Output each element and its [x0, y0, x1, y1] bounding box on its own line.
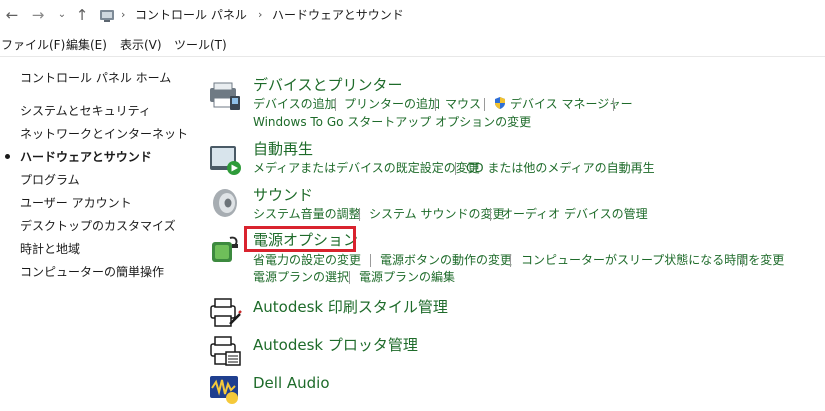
uac-shield-icon	[495, 97, 505, 109]
breadcrumb-separator: ›	[258, 8, 263, 21]
sidebar-item-hardware-sound[interactable]: ハードウェアとサウンド	[20, 149, 152, 165]
sidebar-item-user-accounts[interactable]: ユーザー アカウント	[20, 195, 132, 211]
link-windows-to-go[interactable]: Windows To Go スタートアップ オプションの変更	[253, 114, 531, 130]
link-separator	[510, 254, 511, 267]
sidebar-item-desktop-customize[interactable]: デスクトップのカスタマイズ	[20, 218, 176, 234]
category-title-autodesk-plotter[interactable]: Autodesk プロッタ管理	[253, 335, 418, 355]
power-options-icon[interactable]	[208, 232, 242, 266]
autoplay-icon[interactable]	[208, 142, 242, 176]
link-change-system-sounds[interactable]: システム サウンドの変更	[369, 206, 504, 222]
sidebar-item-network-internet[interactable]: ネットワークとインターネット	[20, 126, 188, 142]
selected-bullet-icon	[5, 154, 10, 159]
menu-bar: ファイル(F) 編集(E) 表示(V) ツール(T)	[0, 33, 825, 57]
link-adjust-volume[interactable]: システム音量の調整	[253, 206, 361, 222]
link-separator	[613, 98, 614, 111]
speaker-icon[interactable]	[208, 186, 242, 220]
link-separator	[455, 162, 456, 175]
dell-audio-icon[interactable]	[208, 372, 242, 406]
menu-tools[interactable]: ツール(T)	[174, 37, 227, 53]
menu-view[interactable]: 表示(V)	[120, 37, 162, 53]
link-manage-audio-devices[interactable]: オーディオ デバイスの管理	[501, 206, 648, 222]
category-title-dell-audio[interactable]: Dell Audio	[253, 373, 330, 393]
link-cd-autoplay[interactable]: CD または他のメディアの自動再生	[466, 160, 655, 176]
back-arrow-icon[interactable]: ←	[3, 6, 21, 24]
link-choose-power-plan[interactable]: 電源プランの選択	[253, 269, 349, 285]
printer-devices-icon[interactable]	[208, 80, 242, 114]
sidebar-item-ease-of-access[interactable]: コンピューターの簡単操作	[20, 264, 164, 280]
recent-locations-chevron-icon[interactable]: ⌄	[55, 6, 69, 24]
link-add-device[interactable]: デバイスの追加	[253, 96, 337, 112]
control-panel-icon	[100, 10, 114, 22]
link-separator	[359, 208, 360, 221]
link-separator	[484, 98, 485, 111]
breadcrumb-separator: ›	[121, 8, 126, 21]
sidebar-item-clock-region[interactable]: 時計と地域	[20, 241, 80, 257]
link-separator	[335, 98, 336, 111]
link-power-button-behavior[interactable]: 電源ボタンの動作の変更	[380, 252, 512, 268]
link-separator	[349, 271, 350, 284]
link-separator	[490, 208, 491, 221]
link-media-default-settings[interactable]: メディアまたはデバイスの既定設定の変更	[253, 160, 480, 176]
link-device-manager[interactable]: デバイス マネージャー	[510, 96, 633, 112]
link-separator	[435, 98, 436, 111]
highlight-box	[244, 226, 356, 252]
autodesk-print-style-icon[interactable]	[208, 296, 242, 330]
category-title-sound[interactable]: サウンド	[253, 185, 313, 205]
sidebar-item-programs[interactable]: プログラム	[20, 172, 80, 188]
link-add-printer[interactable]: プリンターの追加	[344, 96, 440, 112]
forward-arrow-icon[interactable]: →	[29, 6, 47, 24]
link-separator	[742, 254, 743, 267]
sidebar-item-control-panel-home[interactable]: コントロール パネル ホーム	[20, 70, 171, 86]
link-separator	[370, 254, 371, 267]
category-title-autoplay[interactable]: 自動再生	[253, 139, 313, 159]
link-edit-power-plan[interactable]: 電源プランの編集	[359, 269, 455, 285]
breadcrumb-control-panel[interactable]: コントロール パネル	[135, 6, 247, 24]
link-sleep-time[interactable]: コンピューターがスリープ状態になる時間を変更	[521, 252, 784, 268]
address-bar: ← → ⌄ ↑ › コントロール パネル › ハードウェアとサウンド	[0, 0, 825, 31]
breadcrumb-hardware-sound[interactable]: ハードウェアとサウンド	[272, 6, 404, 24]
category-title-autodesk-print-style[interactable]: Autodesk 印刷スタイル管理	[253, 297, 448, 317]
menu-edit[interactable]: 編集(E)	[66, 37, 107, 53]
up-arrow-icon[interactable]: ↑	[73, 6, 91, 24]
menu-divider	[0, 56, 825, 57]
link-change-power-saving[interactable]: 省電力の設定の変更	[253, 252, 361, 268]
autodesk-plotter-icon[interactable]	[208, 334, 242, 368]
category-title-devices-printers[interactable]: デバイスとプリンター	[253, 75, 403, 95]
link-mouse[interactable]: マウス	[445, 96, 481, 112]
menu-file[interactable]: ファイル(F)	[1, 37, 65, 53]
sidebar-item-system-security[interactable]: システムとセキュリティ	[20, 103, 151, 119]
